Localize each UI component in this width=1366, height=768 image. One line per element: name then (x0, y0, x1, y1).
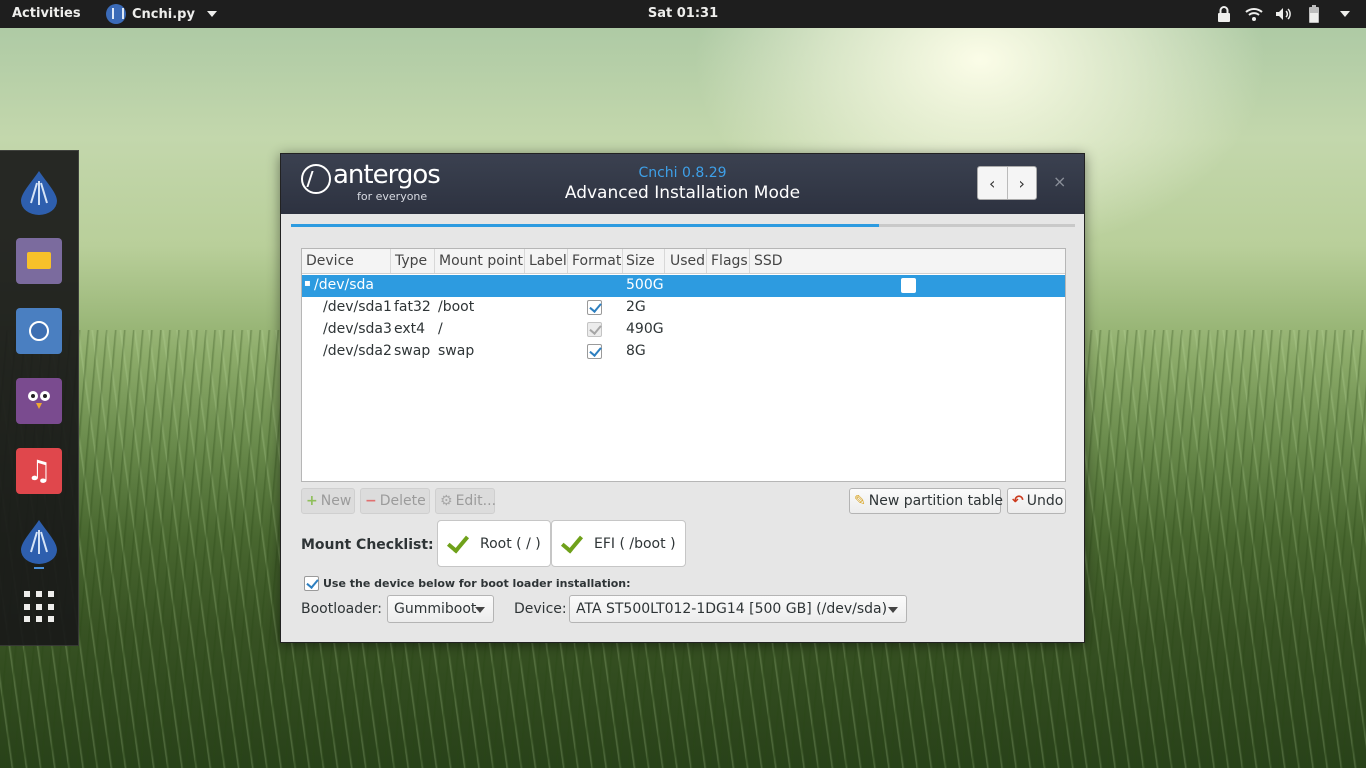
cell-size: 490G (626, 321, 664, 337)
table-row[interactable]: /dev/sda1 fat32 /boot 2G (302, 297, 1065, 319)
column-header-used[interactable]: Used (670, 253, 705, 269)
format-checkbox[interactable] (587, 300, 602, 315)
clock[interactable]: Sat 01:31 (648, 6, 718, 21)
cell-size: 8G (626, 343, 646, 359)
chevron-down-icon (888, 607, 898, 613)
table-row[interactable]: /dev/sda2 swap swap 8G (302, 341, 1065, 363)
checklist-item-efi: EFI ( /boot ) (551, 520, 686, 567)
ssd-checkbox[interactable] (901, 278, 916, 293)
cell-size: 500G (626, 277, 664, 293)
format-checkbox (587, 322, 602, 337)
column-header-ssd[interactable]: SSD (754, 253, 783, 269)
install-progress-bar (291, 224, 1075, 227)
checkmark-icon (446, 533, 468, 555)
cell-device: /dev/sda2 (323, 343, 392, 359)
close-button[interactable]: × (1053, 172, 1066, 191)
undo-icon: ↶ (1012, 493, 1024, 509)
window-title: Cnchi 0.8.29 (638, 165, 727, 181)
use-device-checkbox[interactable] (304, 576, 319, 591)
files-icon[interactable] (16, 238, 62, 284)
column-header-device[interactable]: Device (306, 253, 354, 269)
undo-button[interactable]: ↶ Undo (1007, 488, 1066, 514)
window-subtitle: Advanced Installation Mode (564, 183, 801, 203)
dash-dock: ♫ (0, 150, 79, 646)
cell-size: 2G (626, 299, 646, 315)
window-header: antergos for everyone Cnchi 0.8.29 Advan… (281, 154, 1084, 214)
bootloader-label: Bootloader: (301, 601, 382, 617)
cell-device: /dev/sda (314, 277, 374, 293)
lock-icon (1214, 4, 1234, 24)
antergos-icon[interactable] (16, 169, 62, 215)
app-menu-label: Cnchi.py (132, 6, 195, 22)
minus-icon: − (365, 493, 377, 509)
progress-fill (291, 224, 879, 227)
nav-buttons: ‹ › (977, 166, 1037, 200)
use-device-label: Use the device below for boot loader ins… (323, 577, 631, 590)
music-icon[interactable]: ♫ (16, 448, 62, 494)
bootloader-select[interactable]: Gummiboot (387, 595, 494, 623)
column-header-mount-point[interactable]: Mount point (439, 253, 523, 269)
volume-icon (1274, 4, 1294, 24)
cnchi-app-icon (106, 4, 126, 24)
device-label: Device: (514, 601, 567, 617)
battery-icon (1304, 4, 1324, 24)
mount-checklist-label: Mount Checklist: (301, 537, 434, 553)
column-header-type[interactable]: Type (395, 253, 427, 269)
app-grid-icon[interactable] (24, 591, 56, 623)
chevron-down-icon (475, 607, 485, 613)
cell-device: /dev/sda3 (323, 321, 392, 337)
format-checkbox[interactable] (587, 344, 602, 359)
device-select[interactable]: ATA ST500LT012-1DG14 [500 GB] (/dev/sda) (569, 595, 907, 623)
activities-button[interactable]: Activities (12, 6, 81, 21)
chevron-down-icon (1340, 11, 1350, 17)
cell-type: swap (394, 343, 431, 359)
gears-icon: ⚙ (440, 493, 453, 509)
cell-type: fat32 (394, 299, 431, 315)
broom-icon: ✎ (854, 493, 866, 509)
cell-mount-point: / (438, 321, 443, 337)
table-header: Device Type Mount point Label Format Siz… (302, 249, 1065, 274)
chromium-icon[interactable] (16, 308, 62, 354)
column-header-flags[interactable]: Flags (711, 253, 748, 269)
cnchi-window: antergos for everyone Cnchi 0.8.29 Advan… (280, 153, 1085, 643)
cell-mount-point: /boot (438, 299, 475, 315)
chevron-down-icon (206, 11, 217, 17)
status-area[interactable] (1214, 4, 1350, 24)
checklist-item-root: Root ( / ) (437, 520, 551, 567)
wifi-icon (1244, 4, 1264, 24)
cnchi-icon[interactable] (16, 518, 62, 564)
plus-icon: + (306, 493, 318, 509)
forward-button[interactable]: › (1006, 167, 1037, 199)
table-row[interactable]: ▪ /dev/sda 500G (302, 275, 1065, 297)
pidgin-icon[interactable] (16, 378, 62, 424)
table-row[interactable]: /dev/sda3 ext4 / 490G (302, 319, 1065, 341)
new-partition-button[interactable]: + New (301, 488, 355, 514)
running-indicator (34, 567, 44, 569)
delete-partition-button[interactable]: − Delete (360, 488, 430, 514)
expander-icon[interactable]: ▪ (304, 278, 311, 289)
column-header-format[interactable]: Format (572, 253, 621, 269)
back-button[interactable]: ‹ (978, 167, 1007, 199)
top-bar: Activities Cnchi.py Sat 01:31 (0, 0, 1366, 28)
app-menu[interactable]: Cnchi.py (106, 4, 217, 24)
partition-table[interactable]: Device Type Mount point Label Format Siz… (301, 248, 1066, 482)
cell-mount-point: swap (438, 343, 475, 359)
checkmark-icon (560, 533, 582, 555)
edit-partition-button[interactable]: ⚙ Edit... (435, 488, 496, 514)
column-header-size[interactable]: Size (626, 253, 655, 269)
cell-device: /dev/sda1 (323, 299, 392, 315)
new-partition-table-button[interactable]: ✎ New partition table (849, 488, 1003, 514)
column-header-label[interactable]: Label (529, 253, 567, 269)
cell-type: ext4 (394, 321, 426, 337)
